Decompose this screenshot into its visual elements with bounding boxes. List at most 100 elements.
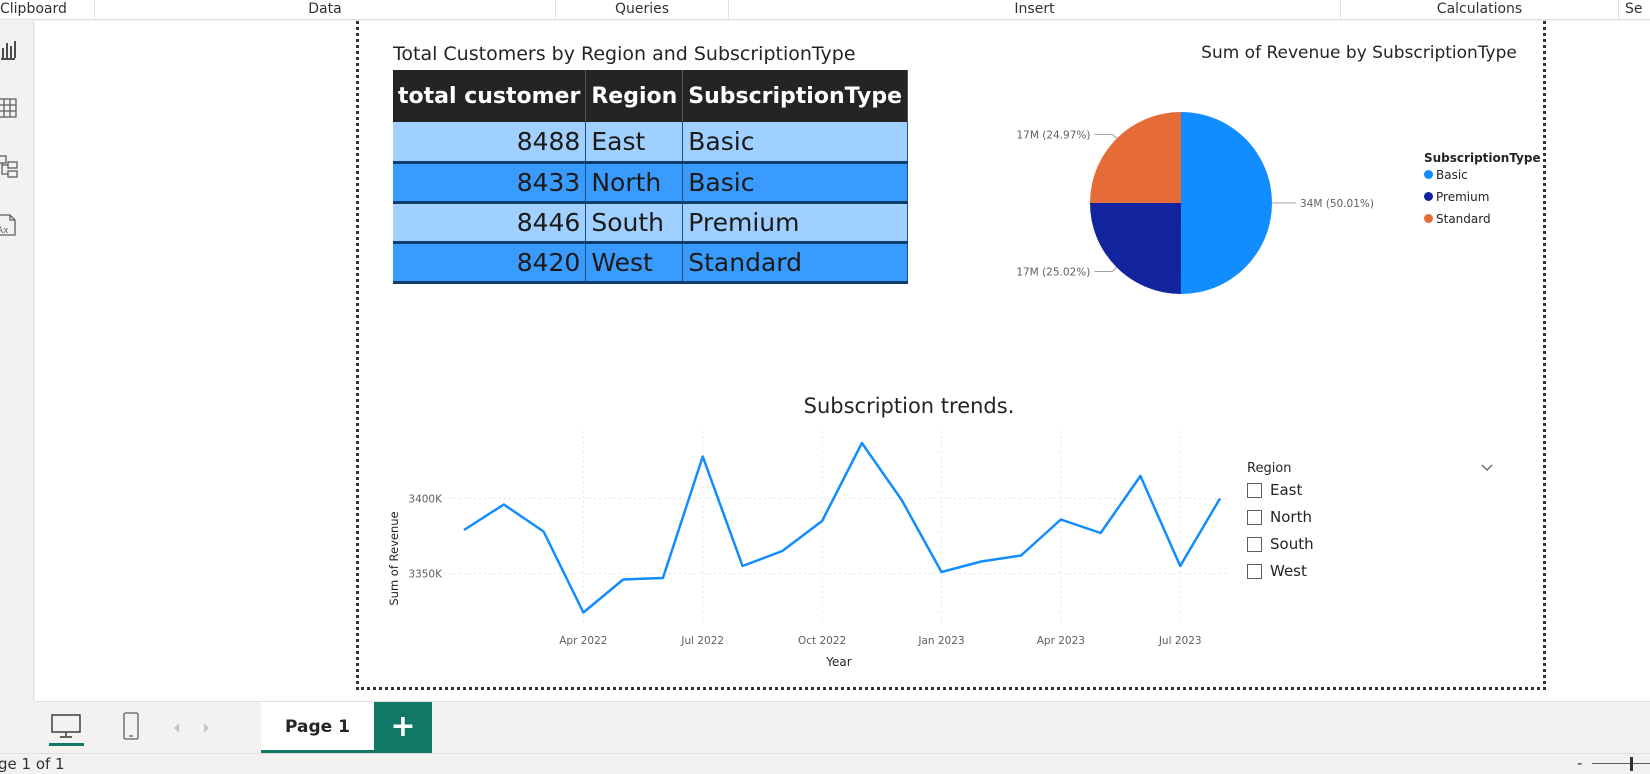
revenue-series-line[interactable] (463, 441, 1222, 614)
pie-slice-premium[interactable] (1090, 202, 1181, 294)
add-page-button[interactable]: + (374, 702, 432, 754)
previous-page-icon[interactable] (171, 720, 183, 739)
cell-subscription-type: Basic (682, 162, 909, 204)
data-point[interactable] (1099, 531, 1103, 535)
legend-label: Standard (1436, 212, 1491, 226)
table-row[interactable]: 8446 South Premium (393, 202, 909, 244)
tab-page-1[interactable]: Page 1 (261, 702, 374, 754)
pie-legend: SubscriptionType Basic Premium Standard (1424, 151, 1544, 234)
pie-legend-title: SubscriptionType (1424, 151, 1541, 165)
data-point[interactable] (741, 564, 745, 568)
cell-region: North (585, 162, 684, 204)
cell-total-customer: 8488 (393, 122, 587, 164)
x-tick-label: Apr 2023 (1037, 635, 1085, 647)
data-point[interactable] (581, 611, 585, 615)
dax-query-icon[interactable]: Ax (0, 211, 20, 237)
checkbox[interactable] (1247, 482, 1262, 498)
slicer-item-label: East (1270, 481, 1303, 499)
ribbon-group-sensitivity[interactable]: Se (1619, 0, 1650, 20)
subscription-trends-line-chart[interactable]: Apr 2022 Jul 2022 Oct 2022 Jan 2023 Apr 2023… (379, 426, 1239, 671)
ribbon-group-queries[interactable]: Queries (556, 0, 729, 20)
table-row[interactable]: 8488 East Basic (393, 122, 909, 164)
y-tick-label: 3400K (408, 494, 443, 506)
data-point[interactable] (502, 503, 506, 507)
svg-text:Ax: Ax (0, 226, 9, 236)
zoom-slider[interactable] (1592, 763, 1650, 764)
cell-total-customer: 8420 (393, 242, 587, 284)
pie-data-label: 34M (50.01%) (1300, 198, 1374, 210)
legend-item-premium[interactable]: Premium (1424, 190, 1544, 212)
legend-label: Premium (1436, 190, 1490, 204)
pie-leader-line (1094, 133, 1118, 139)
table-view-icon[interactable] (0, 95, 20, 121)
data-point[interactable] (1218, 497, 1222, 501)
legend-dot-icon (1424, 214, 1433, 223)
zoom-slider-thumb[interactable] (1630, 757, 1633, 771)
data-point[interactable] (860, 441, 864, 445)
x-tick-label: Oct 2022 (798, 635, 846, 647)
data-point[interactable] (979, 560, 983, 564)
x-tick-label: Jul 2022 (680, 635, 724, 647)
pie-slice-standard[interactable] (1090, 112, 1181, 203)
desktop-layout-icon[interactable] (49, 710, 84, 746)
data-point[interactable] (939, 570, 943, 574)
data-point[interactable] (661, 576, 665, 580)
data-point[interactable] (542, 530, 546, 534)
data-point[interactable] (1019, 554, 1023, 558)
legend-item-standard[interactable]: Standard (1424, 212, 1544, 234)
table-row[interactable]: 8433 North Basic (393, 162, 909, 204)
x-tick-label: Jul 2023 (1158, 635, 1202, 647)
slicer-item-east[interactable]: East (1247, 479, 1302, 501)
checkbox[interactable] (1247, 509, 1262, 525)
chevron-down-icon[interactable] (1480, 459, 1494, 478)
cell-region: East (585, 122, 684, 164)
x-tick-label: Jan 2023 (917, 635, 964, 647)
data-point[interactable] (1138, 474, 1142, 478)
ribbon-group-insert[interactable]: Insert (729, 0, 1341, 20)
pie-leader-line (1094, 266, 1117, 273)
report-view-icon[interactable] (0, 37, 20, 63)
x-tick-label: Apr 2022 (559, 635, 607, 647)
slicer-item-north[interactable]: North (1247, 506, 1312, 528)
y-tick-label: 3350K (408, 569, 443, 581)
cell-total-customer: 8433 (393, 162, 587, 204)
data-point[interactable] (701, 455, 705, 459)
slicer-item-south[interactable]: South (1247, 533, 1314, 555)
ribbon-group-data[interactable]: Data (95, 0, 556, 20)
slicer-item-west[interactable]: West (1247, 560, 1307, 582)
page-navigation-bar: Page 1 + (34, 701, 1650, 754)
customers-table[interactable]: total customer Region SubscriptionType 8… (393, 70, 909, 284)
ribbon-group-calculations[interactable]: Calculations (1341, 0, 1619, 20)
data-point[interactable] (621, 578, 625, 582)
column-header-subscription-type[interactable]: SubscriptionType (682, 70, 909, 122)
cell-subscription-type: Premium (682, 202, 909, 244)
legend-dot-icon (1424, 192, 1433, 201)
slicer-item-label: West (1270, 562, 1307, 580)
cell-subscription-type: Standard (682, 242, 909, 284)
data-point[interactable] (780, 549, 784, 553)
data-point[interactable] (462, 528, 466, 532)
revenue-pie-chart[interactable]: 34M (50.01%) 17M (25.02%) 17M (24.97%) (959, 81, 1379, 321)
pie-slice-basic[interactable] (1180, 112, 1273, 294)
model-view-icon[interactable] (0, 153, 20, 179)
status-bar: ge 1 of 1 - (0, 753, 1650, 774)
data-point[interactable] (820, 519, 824, 523)
ribbon-group-clipboard[interactable]: Clipboard (0, 0, 95, 20)
data-point[interactable] (1059, 518, 1063, 522)
checkbox[interactable] (1247, 536, 1262, 552)
table-row[interactable]: 8420 West Standard (393, 242, 909, 284)
data-point[interactable] (1178, 564, 1182, 568)
checkbox[interactable] (1247, 563, 1262, 579)
cell-region: West (585, 242, 684, 284)
legend-dot-icon (1424, 170, 1433, 179)
data-point[interactable] (900, 498, 904, 502)
mobile-layout-icon[interactable] (116, 710, 146, 744)
ribbon: Clipboard Data Queries Insert Calculatio… (0, 0, 1650, 20)
legend-label: Basic (1436, 168, 1468, 182)
column-header-region[interactable]: Region (585, 70, 684, 122)
zoom-out-button[interactable]: - (1577, 754, 1582, 772)
slicer-item-label: South (1270, 535, 1314, 553)
legend-item-basic[interactable]: Basic (1424, 168, 1544, 190)
column-header-total-customer[interactable]: total customer (393, 70, 587, 122)
next-page-icon[interactable] (200, 720, 212, 739)
